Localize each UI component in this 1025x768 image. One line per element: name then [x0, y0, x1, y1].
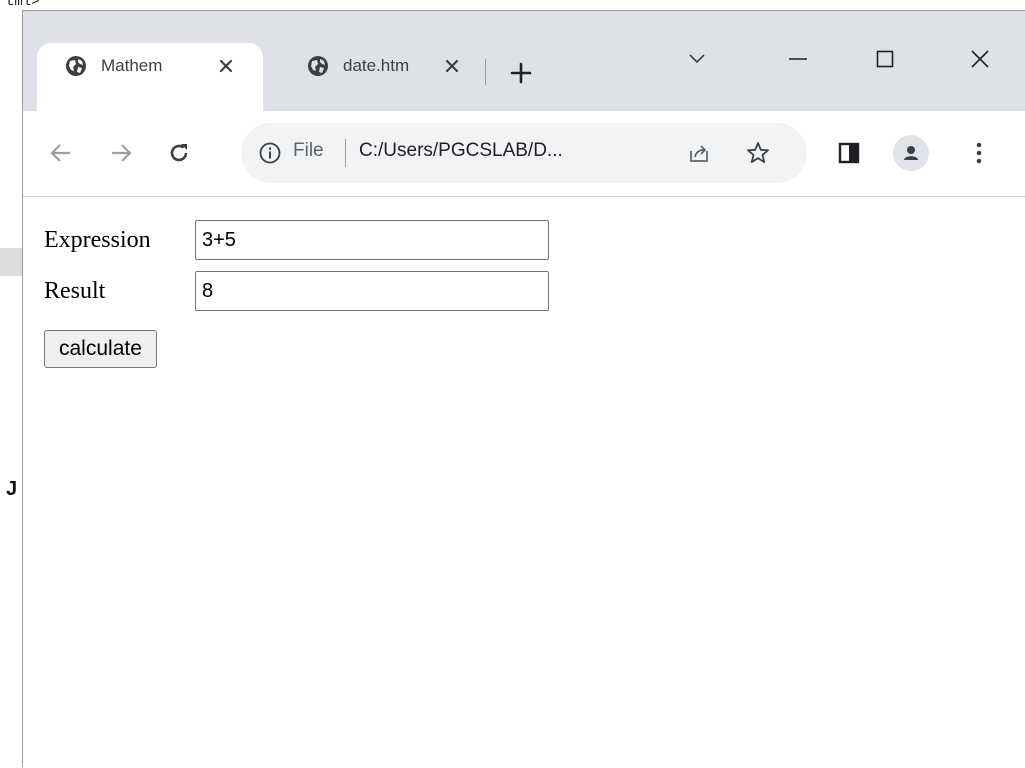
bookmark-star-icon[interactable]	[745, 140, 771, 166]
page-content: Expression 3+5 Result 8 calculate	[23, 198, 1025, 768]
tab-title: date.htm	[343, 56, 410, 75]
forward-arrow-icon[interactable]	[101, 133, 141, 173]
result-label: Result	[44, 277, 106, 304]
expression-label: Expression	[44, 226, 151, 253]
expression-row: Expression	[44, 220, 151, 260]
globe-icon	[66, 56, 86, 76]
result-input[interactable]: 8	[195, 271, 549, 311]
calculate-button[interactable]: calculate	[44, 330, 157, 368]
tab-strip: Mathem date.htm	[23, 11, 1025, 111]
tab-search-chevron-down-icon[interactable]	[677, 39, 717, 79]
background-window-left	[0, 10, 22, 767]
close-tab-icon[interactable]	[441, 55, 463, 77]
url-text[interactable]: C:/Users/PGCSLAB/D...	[359, 140, 563, 162]
reload-icon[interactable]	[159, 133, 199, 173]
new-tab-icon[interactable]	[509, 61, 533, 85]
close-window-icon[interactable]	[960, 39, 1000, 79]
profile-avatar-icon[interactable]	[893, 135, 929, 171]
result-row: Result	[44, 271, 105, 311]
side-panel-icon[interactable]	[829, 133, 869, 173]
background-letter: J	[6, 478, 18, 500]
minimize-icon[interactable]	[778, 39, 818, 79]
omnibox-separator	[345, 139, 346, 167]
expression-input[interactable]: 3+5	[195, 220, 549, 260]
background-text: tml>	[6, 0, 40, 10]
tab-date[interactable]: date.htm	[279, 43, 485, 111]
close-tab-icon[interactable]	[215, 55, 237, 77]
menu-dots-icon[interactable]	[959, 133, 999, 173]
browser-toolbar: File C:/Users/PGCSLAB/D...	[23, 111, 1025, 197]
back-arrow-icon[interactable]	[41, 133, 81, 173]
background-window-bar	[0, 248, 22, 276]
address-bar[interactable]: File C:/Users/PGCSLAB/D...	[241, 123, 807, 183]
maximize-icon[interactable]	[865, 39, 905, 79]
tab-separator	[485, 59, 486, 85]
browser-window: Mathem date.htm File C:/Users/PGCSLAB/D.…	[22, 10, 1025, 768]
scheme-label: File	[293, 140, 324, 161]
background-window-strip: tml>	[0, 0, 1025, 10]
globe-icon	[308, 56, 328, 76]
share-icon[interactable]	[687, 141, 711, 165]
info-icon[interactable]	[259, 142, 281, 164]
tab-title: Mathem	[101, 56, 163, 75]
tab-mathematics[interactable]: Mathem	[37, 43, 263, 111]
